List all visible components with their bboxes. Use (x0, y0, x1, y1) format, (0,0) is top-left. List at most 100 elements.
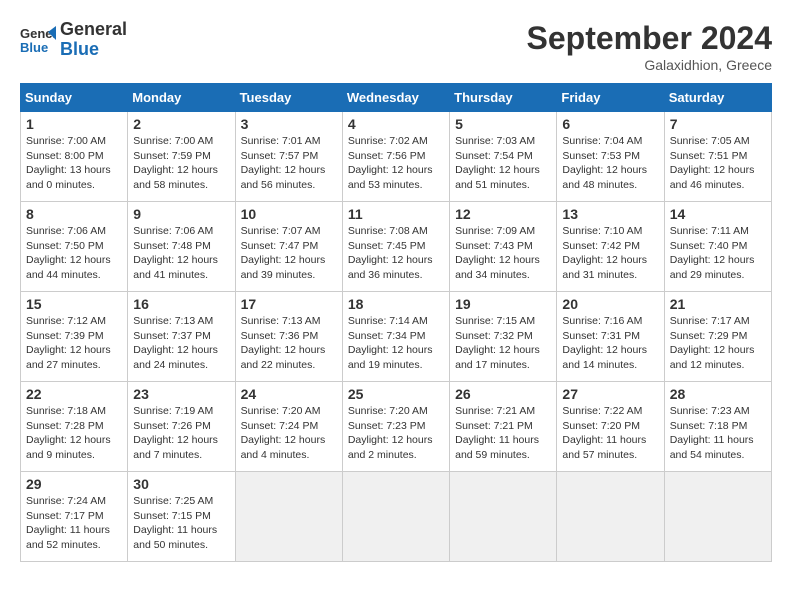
day-info: Sunrise: 7:17 AM Sunset: 7:29 PM Dayligh… (670, 314, 766, 373)
day-number: 4 (348, 116, 444, 132)
sunset-label: Sunset: 7:57 PM (241, 150, 319, 162)
daylight-label: Daylight: 12 hours and 34 minutes. (455, 254, 540, 281)
sunrise-label: Sunrise: 7:08 AM (348, 225, 428, 237)
calendar-header-row: SundayMondayTuesdayWednesdayThursdayFrid… (21, 84, 772, 112)
daylight-label: Daylight: 12 hours and 44 minutes. (26, 254, 111, 281)
day-number: 7 (670, 116, 766, 132)
daylight-label: Daylight: 12 hours and 53 minutes. (348, 164, 433, 191)
sunrise-label: Sunrise: 7:05 AM (670, 135, 750, 147)
sunrise-label: Sunrise: 7:23 AM (670, 405, 750, 417)
calendar-cell: 8 Sunrise: 7:06 AM Sunset: 7:50 PM Dayli… (21, 202, 128, 292)
daylight-label: Daylight: 12 hours and 7 minutes. (133, 434, 218, 461)
calendar-cell: 4 Sunrise: 7:02 AM Sunset: 7:56 PM Dayli… (342, 112, 449, 202)
day-info: Sunrise: 7:01 AM Sunset: 7:57 PM Dayligh… (241, 134, 337, 193)
day-info: Sunrise: 7:15 AM Sunset: 7:32 PM Dayligh… (455, 314, 551, 373)
sunrise-label: Sunrise: 7:24 AM (26, 495, 106, 507)
daylight-label: Daylight: 12 hours and 2 minutes. (348, 434, 433, 461)
daylight-label: Daylight: 12 hours and 19 minutes. (348, 344, 433, 371)
day-info: Sunrise: 7:00 AM Sunset: 8:00 PM Dayligh… (26, 134, 122, 193)
calendar-cell (450, 472, 557, 562)
sunset-label: Sunset: 7:45 PM (348, 240, 426, 252)
daylight-label: Daylight: 12 hours and 51 minutes. (455, 164, 540, 191)
sunrise-label: Sunrise: 7:06 AM (133, 225, 213, 237)
calendar-cell: 27 Sunrise: 7:22 AM Sunset: 7:20 PM Dayl… (557, 382, 664, 472)
day-number: 30 (133, 476, 229, 492)
calendar-table: SundayMondayTuesdayWednesdayThursdayFrid… (20, 83, 772, 562)
day-number: 5 (455, 116, 551, 132)
column-header-thursday: Thursday (450, 84, 557, 112)
day-number: 14 (670, 206, 766, 222)
column-header-friday: Friday (557, 84, 664, 112)
daylight-label: Daylight: 12 hours and 58 minutes. (133, 164, 218, 191)
week-row-5: 29 Sunrise: 7:24 AM Sunset: 7:17 PM Dayl… (21, 472, 772, 562)
sunrise-label: Sunrise: 7:17 AM (670, 315, 750, 327)
day-info: Sunrise: 7:16 AM Sunset: 7:31 PM Dayligh… (562, 314, 658, 373)
column-header-sunday: Sunday (21, 84, 128, 112)
sunset-label: Sunset: 7:26 PM (133, 420, 211, 432)
day-info: Sunrise: 7:00 AM Sunset: 7:59 PM Dayligh… (133, 134, 229, 193)
column-header-saturday: Saturday (664, 84, 771, 112)
sunrise-label: Sunrise: 7:12 AM (26, 315, 106, 327)
daylight-label: Daylight: 12 hours and 36 minutes. (348, 254, 433, 281)
daylight-label: Daylight: 12 hours and 48 minutes. (562, 164, 647, 191)
sunset-label: Sunset: 7:42 PM (562, 240, 640, 252)
sunrise-label: Sunrise: 7:18 AM (26, 405, 106, 417)
sunset-label: Sunset: 7:40 PM (670, 240, 748, 252)
daylight-label: Daylight: 12 hours and 17 minutes. (455, 344, 540, 371)
sunrise-label: Sunrise: 7:02 AM (348, 135, 428, 147)
sunset-label: Sunset: 7:34 PM (348, 330, 426, 342)
sunrise-label: Sunrise: 7:09 AM (455, 225, 535, 237)
calendar-cell: 10 Sunrise: 7:07 AM Sunset: 7:47 PM Dayl… (235, 202, 342, 292)
day-info: Sunrise: 7:07 AM Sunset: 7:47 PM Dayligh… (241, 224, 337, 283)
day-number: 6 (562, 116, 658, 132)
sunrise-label: Sunrise: 7:16 AM (562, 315, 642, 327)
day-info: Sunrise: 7:18 AM Sunset: 7:28 PM Dayligh… (26, 404, 122, 463)
calendar-cell (557, 472, 664, 562)
sunrise-label: Sunrise: 7:13 AM (241, 315, 321, 327)
sunset-label: Sunset: 8:00 PM (26, 150, 104, 162)
week-row-3: 15 Sunrise: 7:12 AM Sunset: 7:39 PM Dayl… (21, 292, 772, 382)
day-number: 29 (26, 476, 122, 492)
daylight-label: Daylight: 11 hours and 59 minutes. (455, 434, 539, 461)
day-number: 3 (241, 116, 337, 132)
calendar-cell: 30 Sunrise: 7:25 AM Sunset: 7:15 PM Dayl… (128, 472, 235, 562)
column-header-monday: Monday (128, 84, 235, 112)
day-number: 25 (348, 386, 444, 402)
calendar-cell (342, 472, 449, 562)
daylight-label: Daylight: 12 hours and 14 minutes. (562, 344, 647, 371)
daylight-label: Daylight: 12 hours and 9 minutes. (26, 434, 111, 461)
sunset-label: Sunset: 7:54 PM (455, 150, 533, 162)
sunset-label: Sunset: 7:24 PM (241, 420, 319, 432)
day-number: 26 (455, 386, 551, 402)
calendar-cell: 7 Sunrise: 7:05 AM Sunset: 7:51 PM Dayli… (664, 112, 771, 202)
week-row-1: 1 Sunrise: 7:00 AM Sunset: 8:00 PM Dayli… (21, 112, 772, 202)
sunrise-label: Sunrise: 7:06 AM (26, 225, 106, 237)
calendar-cell: 2 Sunrise: 7:00 AM Sunset: 7:59 PM Dayli… (128, 112, 235, 202)
sunset-label: Sunset: 7:53 PM (562, 150, 640, 162)
day-info: Sunrise: 7:10 AM Sunset: 7:42 PM Dayligh… (562, 224, 658, 283)
day-number: 19 (455, 296, 551, 312)
daylight-label: Daylight: 12 hours and 39 minutes. (241, 254, 326, 281)
sunrise-label: Sunrise: 7:00 AM (133, 135, 213, 147)
daylight-label: Daylight: 12 hours and 41 minutes. (133, 254, 218, 281)
sunrise-label: Sunrise: 7:00 AM (26, 135, 106, 147)
calendar-cell: 6 Sunrise: 7:04 AM Sunset: 7:53 PM Dayli… (557, 112, 664, 202)
daylight-label: Daylight: 11 hours and 52 minutes. (26, 524, 110, 551)
column-header-wednesday: Wednesday (342, 84, 449, 112)
sunset-label: Sunset: 7:59 PM (133, 150, 211, 162)
sunrise-label: Sunrise: 7:20 AM (241, 405, 321, 417)
calendar-cell: 29 Sunrise: 7:24 AM Sunset: 7:17 PM Dayl… (21, 472, 128, 562)
day-number: 17 (241, 296, 337, 312)
calendar-cell: 9 Sunrise: 7:06 AM Sunset: 7:48 PM Dayli… (128, 202, 235, 292)
day-number: 18 (348, 296, 444, 312)
sunrise-label: Sunrise: 7:03 AM (455, 135, 535, 147)
sunset-label: Sunset: 7:23 PM (348, 420, 426, 432)
sunset-label: Sunset: 7:18 PM (670, 420, 748, 432)
logo: General Blue General Blue (20, 20, 127, 60)
calendar-cell: 3 Sunrise: 7:01 AM Sunset: 7:57 PM Dayli… (235, 112, 342, 202)
day-info: Sunrise: 7:02 AM Sunset: 7:56 PM Dayligh… (348, 134, 444, 193)
day-number: 24 (241, 386, 337, 402)
daylight-label: Daylight: 11 hours and 50 minutes. (133, 524, 217, 551)
day-number: 10 (241, 206, 337, 222)
daylight-label: Daylight: 12 hours and 46 minutes. (670, 164, 755, 191)
